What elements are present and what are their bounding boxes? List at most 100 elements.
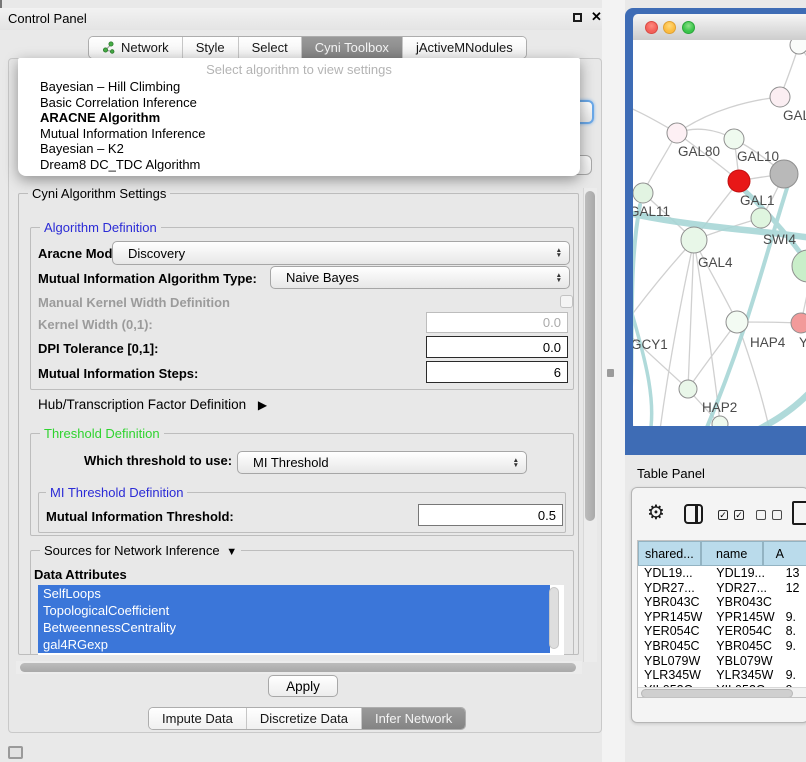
data-attributes-label: Data Attributes (34, 567, 127, 582)
file-page-icon[interactable] (792, 501, 806, 525)
node-salmon[interactable] (791, 313, 806, 333)
dropdown-item-label: ARACNE Algorithm (40, 110, 160, 125)
dropdown-item[interactable]: Mutual Information Inference (40, 126, 205, 141)
cyni-algorithm-settings-title: Cyni Algorithm Settings (28, 186, 170, 201)
manual-kernel-checkbox[interactable] (560, 295, 573, 308)
list-item[interactable]: BetweennessCentrality (38, 619, 550, 636)
close-traffic-light[interactable] (645, 21, 658, 34)
tab-infer-network[interactable]: Infer Network (362, 708, 465, 729)
column-header-partial[interactable]: A (763, 541, 806, 566)
node-gal11[interactable] (633, 183, 653, 203)
which-threshold-combo[interactable]: MI Threshold ▲▼ (237, 451, 527, 474)
mi-steps-value: 6 (554, 365, 561, 380)
node-gal10[interactable] (724, 129, 744, 149)
attr-label: BetweennessCentrality (43, 620, 176, 635)
algorithm-dropdown: Select algorithm to view settings Bayesi… (18, 58, 580, 176)
tab-jactivemnodules[interactable]: jActiveMNodules (403, 37, 526, 58)
unselect-all-checkboxes-icon[interactable] (756, 510, 766, 520)
dropdown-item[interactable]: Basic Correlation Inference (40, 95, 197, 110)
tab-cyni-toolbox[interactable]: Cyni Toolbox (302, 37, 403, 58)
list-item[interactable]: SelfLoops (38, 585, 550, 602)
dropdown-item-label: Dream8 DC_TDC Algorithm (40, 157, 200, 172)
settings-vscrollbar-thumb[interactable] (585, 191, 595, 521)
table-row[interactable]: YBR045CYBR045C9. (638, 639, 806, 654)
mi-threshold-field[interactable]: 0.5 (418, 504, 563, 526)
panel-title: Control Panel (8, 11, 87, 26)
dropdown-item-label: Basic Correlation Inference (40, 95, 197, 110)
table-row[interactable]: YDL19...YDL19...13 (638, 566, 806, 581)
table-row[interactable]: YDR27...YDR27...12 (638, 581, 806, 596)
table-row[interactable]: YLR345WYLR345W9. (638, 668, 806, 683)
unselect-all-checkboxes-icon[interactable] (772, 510, 782, 520)
split-columns-icon-divider (695, 506, 698, 524)
tab-discretize-data[interactable]: Discretize Data (247, 708, 362, 729)
table-panel-window: ⚙ ✓ ✓ shared... name A YDL19...YDL19...1… (631, 487, 806, 723)
mi-steps-field[interactable]: 6 (426, 361, 568, 383)
node-gal1-red[interactable] (728, 170, 750, 192)
node-gal80[interactable] (667, 123, 687, 143)
column-header-name[interactable]: name (701, 541, 763, 566)
tab-network-label: Network (121, 40, 169, 55)
dropdown-item[interactable]: Bayesian – Hill Climbing (40, 79, 180, 94)
tab-impute-data[interactable]: Impute Data (149, 708, 247, 729)
splitter-handle-icon[interactable] (607, 369, 614, 377)
kernel-width-value: 0.0 (543, 315, 561, 330)
kernel-width-field[interactable]: 0.0 (426, 312, 568, 333)
hub-definition-toggle[interactable]: Hub/Transcription Factor Definition ▶ (38, 397, 267, 412)
dropdown-item-highlighted[interactable]: ARACNE Algorithm (40, 110, 160, 125)
table-panel-title: Table Panel (637, 466, 705, 481)
attr-label: gal4RGexp (43, 637, 108, 652)
threshold-definition-title: Threshold Definition (40, 426, 164, 441)
tab-cyni-toolbox-label: Cyni Toolbox (315, 40, 389, 55)
node-label: Y (799, 335, 806, 350)
split-columns-icon[interactable] (684, 504, 703, 524)
node-top-partial[interactable] (790, 40, 806, 54)
table-row[interactable]: YPR145WYPR145W9. (638, 610, 806, 625)
select-all-checkboxes-icon[interactable]: ✓ (718, 510, 728, 520)
panel-splitter[interactable] (602, 0, 625, 762)
table-hscrollbar-thumb[interactable] (641, 689, 793, 698)
table-row[interactable]: YER054CYER054C8. (638, 624, 806, 639)
close-icon[interactable]: ✕ (591, 9, 602, 25)
apply-button[interactable]: Apply (268, 675, 338, 697)
node-label: GCY1 (633, 337, 668, 352)
node-gal4[interactable] (681, 227, 707, 253)
table-row[interactable]: YBR043CYBR043C (638, 595, 806, 610)
mi-steps-label: Mutual Information Steps: (38, 366, 198, 381)
network-window-titlebar[interactable] (633, 14, 806, 40)
float-icon[interactable] (573, 13, 582, 22)
select-all-checkboxes-icon[interactable]: ✓ (734, 510, 744, 520)
list-item[interactable]: TopologicalCoefficient (38, 602, 550, 619)
dropdown-item-label: Bayesian – Hill Climbing (40, 79, 180, 94)
settings-gear-icon[interactable]: ⚙ (647, 503, 665, 523)
mi-type-combo[interactable]: Naive Bayes ▲▼ (270, 266, 570, 289)
node-pink-topright[interactable] (770, 87, 790, 107)
settings-hscrollbar-thumb[interactable] (20, 663, 576, 672)
network-icon (102, 41, 115, 54)
dropdown-item[interactable]: Bayesian – K2 (40, 141, 124, 156)
control-panel-header: Control Panel ✕ (0, 8, 612, 30)
node-hap4[interactable] (726, 311, 748, 333)
zoom-traffic-light[interactable] (682, 21, 695, 34)
tab-network[interactable]: Network (89, 37, 183, 58)
collapsed-panel-icon[interactable] (8, 746, 23, 759)
network-canvas[interactable]: GAL GAL80 GAL10 GAL1 GAL11 SWI4 GAL4 GCY… (633, 40, 806, 426)
column-header-shared-name[interactable]: shared... (638, 541, 701, 566)
node-label: GAL4 (698, 255, 733, 270)
dpi-tolerance-field[interactable]: 0.0 (426, 336, 568, 358)
dropdown-item[interactable]: Dream8 DC_TDC Algorithm (40, 157, 200, 172)
sources-group-title[interactable]: Sources for Network Inference ▼ (40, 543, 241, 560)
aracne-mode-combo[interactable]: Discovery ▲▼ (112, 241, 570, 265)
minimize-traffic-light[interactable] (663, 21, 676, 34)
dropdown-item-label: Bayesian – K2 (40, 141, 124, 156)
node-big-green-right[interactable] (792, 250, 806, 282)
node-hap2[interactable] (679, 380, 697, 398)
table-row[interactable]: YBL079WYBL079W (638, 654, 806, 669)
apply-button-label: Apply (286, 679, 320, 694)
list-item[interactable]: gal4RGexp (38, 636, 550, 653)
attributes-scrollbar-thumb[interactable] (549, 587, 559, 649)
node-swi4[interactable] (751, 208, 771, 228)
tab-select[interactable]: Select (239, 37, 302, 58)
tab-style[interactable]: Style (183, 37, 239, 58)
node-gray[interactable] (770, 160, 798, 188)
